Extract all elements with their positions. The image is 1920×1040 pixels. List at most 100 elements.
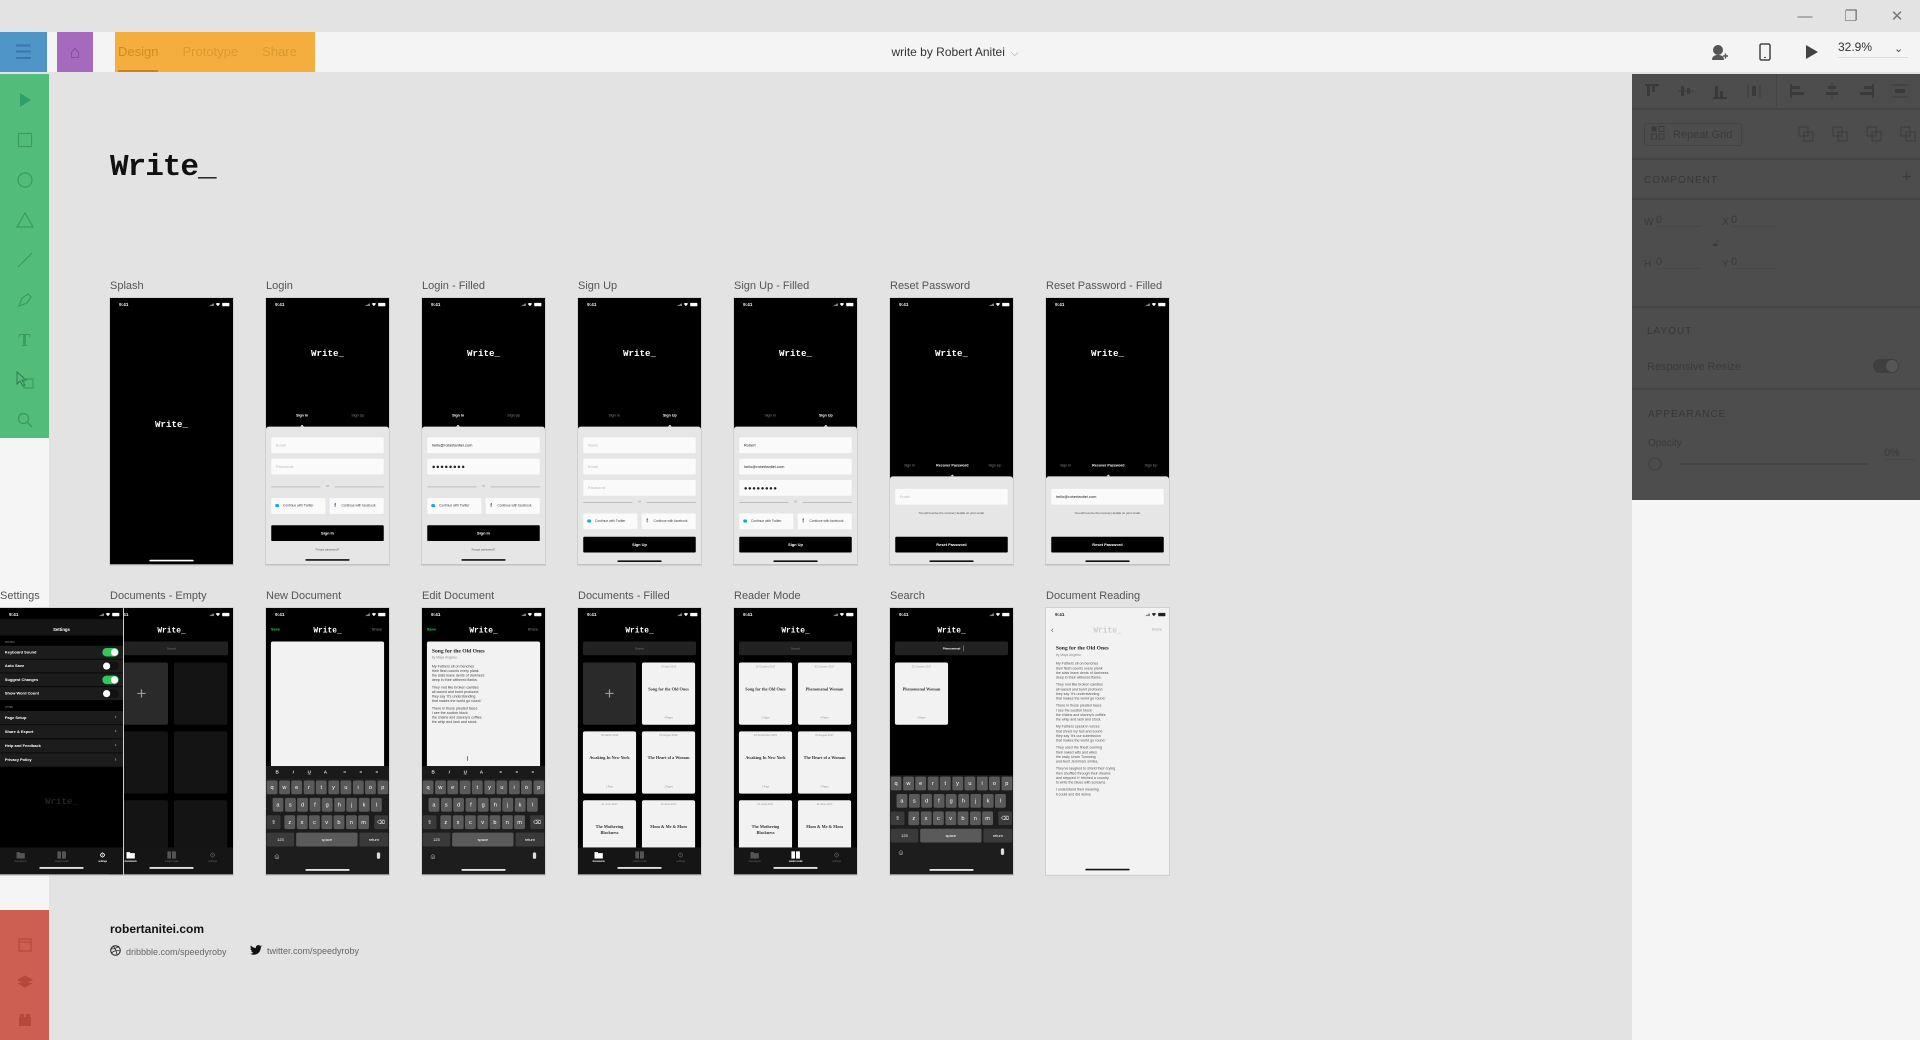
keyboard-key[interactable]: u bbox=[964, 776, 976, 791]
x-input[interactable]: 0 bbox=[1731, 214, 1776, 227]
dribbble-link[interactable]: dribbble.com/speedyroby bbox=[110, 945, 227, 958]
keyboard-key[interactable]: s bbox=[284, 797, 296, 812]
text-field[interactable]: hello@robertanitei.com bbox=[739, 458, 852, 475]
emoji-icon[interactable]: ☺ bbox=[273, 852, 280, 861]
continue-twitter-button[interactable]: Continue with Twitter bbox=[583, 513, 638, 530]
auth-tab[interactable]: Sign Up bbox=[657, 413, 683, 417]
keyboard-key[interactable]: a bbox=[272, 797, 284, 812]
settings-link-row[interactable]: Privacy Policy › bbox=[0, 753, 123, 767]
toggle-switch[interactable] bbox=[102, 648, 119, 657]
continue-facebook-button[interactable]: Continue with facebook f bbox=[329, 498, 384, 514]
tab-label[interactable]: reader mode bbox=[48, 861, 76, 863]
artboard-document-reading[interactable]: 9:41 ‹ Write_ Share Song for the Old Ones by … bbox=[1046, 608, 1169, 875]
document-title-dropdown[interactable]: write by Robert Anitei ⌵ bbox=[850, 32, 1060, 72]
toggle-switch[interactable] bbox=[102, 689, 119, 698]
search-input[interactable]: Search bbox=[738, 641, 853, 656]
keyboard-key[interactable]: z bbox=[908, 811, 920, 826]
tab-label[interactable]: settings bbox=[667, 861, 695, 863]
tab-label[interactable]: settings bbox=[823, 861, 851, 863]
assets-icon[interactable] bbox=[0, 925, 49, 965]
keyboard-key[interactable]: d bbox=[921, 793, 932, 808]
keyboard-key[interactable]: b bbox=[489, 815, 501, 830]
keyboard-key[interactable]: n bbox=[969, 811, 981, 826]
artboard-reset-password[interactable]: 9:41 Write_ Sign In Recover Password Sign Up… bbox=[890, 298, 1013, 565]
plugins-icon[interactable] bbox=[0, 1000, 49, 1040]
device-preview-icon[interactable] bbox=[1754, 32, 1776, 72]
responsive-resize-toggle[interactable] bbox=[1873, 359, 1899, 373]
document-card[interactable]: 02 October 2017 Phenomenal Woman 4 Pages bbox=[894, 662, 949, 725]
artboard-new-document[interactable]: 9:41 Write_ Save Share B I U A ≡ ≡ ≡ q w e r t y u i o p a s d f… bbox=[266, 608, 389, 875]
artboard-label[interactable]: Edit Document bbox=[422, 590, 494, 602]
artboard-sign-up-filled[interactable]: 9:41 Write_ Sign In Sign Up Robert hello@robe… bbox=[734, 298, 857, 565]
play-icon[interactable] bbox=[1801, 32, 1823, 72]
artboard-tool-icon[interactable] bbox=[0, 360, 49, 400]
auth-tab[interactable]: Sign Up bbox=[985, 463, 1005, 467]
y-input[interactable]: 0 bbox=[1731, 256, 1776, 269]
artboard-label[interactable]: Sign Up - Filled bbox=[734, 280, 809, 292]
keyboard-key[interactable]: g bbox=[477, 797, 489, 812]
keyboard-key[interactable]: a bbox=[896, 793, 908, 808]
book-icon[interactable] bbox=[57, 851, 66, 859]
artboard-reset-password-filled[interactable]: 9:41 Write_ Sign In Recover Password Sign Up… bbox=[1046, 298, 1169, 565]
artboard-label[interactable]: Settings bbox=[0, 590, 40, 602]
keyboard-key[interactable]: n bbox=[501, 815, 513, 830]
settings-link-row[interactable]: Help and Feedback › bbox=[0, 739, 123, 753]
auth-tab[interactable]: Sign In bbox=[757, 413, 783, 417]
text-field[interactable]: Email bbox=[583, 458, 696, 475]
keyboard-key[interactable]: f bbox=[465, 797, 477, 812]
height-input[interactable]: 0 bbox=[1656, 256, 1701, 269]
text-field[interactable]: Email bbox=[895, 488, 1008, 505]
auth-tab[interactable]: Sign In bbox=[601, 413, 627, 417]
format-align-left-button[interactable]: ≡ bbox=[497, 769, 505, 774]
align-left-icon[interactable] bbox=[1790, 83, 1806, 99]
keyboard-key-123[interactable]: 123 bbox=[266, 832, 295, 847]
book-icon[interactable] bbox=[635, 851, 644, 859]
keyboard-key[interactable]: o bbox=[989, 776, 1000, 791]
keyboard-key[interactable]: s bbox=[908, 793, 920, 808]
auth-tab[interactable]: Sign In bbox=[1056, 463, 1076, 467]
width-input[interactable]: 0 bbox=[1656, 214, 1701, 227]
keyboard-key[interactable]: q bbox=[890, 776, 902, 791]
artboard-label[interactable]: Reset Password - Filled bbox=[1046, 280, 1162, 292]
artboard-label[interactable]: Sign Up bbox=[578, 280, 617, 292]
continue-twitter-button[interactable]: Continue with Twitter bbox=[427, 498, 482, 514]
document-card[interactable]: 18 September 2019 Awaking In New York 1 Pa… bbox=[738, 731, 793, 794]
format-align-center-button[interactable]: ≡ bbox=[513, 769, 521, 774]
home-icon[interactable]: ⌂ bbox=[57, 32, 93, 72]
minimize-button[interactable]: — bbox=[1782, 0, 1828, 32]
keyboard-key[interactable]: q bbox=[422, 780, 434, 795]
keyboard-key[interactable]: x bbox=[452, 815, 464, 830]
keyboard-key[interactable]: w bbox=[278, 780, 290, 795]
text-field[interactable]: Name bbox=[583, 437, 696, 454]
share-button[interactable]: Share bbox=[528, 627, 539, 632]
keyboard-key[interactable]: w bbox=[434, 780, 446, 795]
artboard-label[interactable]: Document Reading bbox=[1046, 590, 1140, 602]
artboard-documents-empty[interactable]: 9:41 Write_ Search + documents reader mode ⚙ se… bbox=[110, 608, 233, 875]
keyboard-key[interactable]: w bbox=[902, 776, 914, 791]
keyboard-key[interactable]: u bbox=[496, 780, 508, 795]
artboard-label[interactable]: Login - Filled bbox=[422, 280, 485, 292]
tab-label[interactable]: reader mode bbox=[626, 861, 654, 863]
rectangle-tool-icon[interactable] bbox=[0, 120, 49, 160]
artboard-search[interactable]: 9:41 Write_ Phenomenal 02 October 2017 Pheno… bbox=[890, 608, 1013, 875]
document-card[interactable]: 03 August 2018 The Heart of a Woman 3 Page… bbox=[641, 731, 696, 794]
artboard-label[interactable]: Login bbox=[266, 280, 293, 292]
select-tool-icon[interactable] bbox=[0, 80, 49, 120]
artboard-label[interactable]: Splash bbox=[110, 280, 144, 292]
text-field[interactable]: Robert bbox=[739, 437, 852, 454]
tab-prototype[interactable]: Prototype bbox=[182, 32, 238, 72]
format-italic-button[interactable]: I bbox=[445, 769, 453, 774]
keyboard-key-space[interactable]: space bbox=[296, 832, 358, 847]
keyboard-key[interactable]: s bbox=[440, 797, 452, 812]
continue-facebook-button[interactable]: Continue with facebook f bbox=[641, 513, 696, 530]
text-field[interactable]: hello@robertanitei.com bbox=[427, 437, 540, 454]
search-input[interactable]: Phenomenal bbox=[894, 641, 1009, 656]
format-bold-button[interactable]: B bbox=[429, 769, 437, 774]
primary-button[interactable]: Reset Password bbox=[895, 536, 1008, 553]
search-input[interactable]: Search bbox=[114, 641, 229, 656]
continue-twitter-button[interactable]: Continue with Twitter bbox=[271, 498, 326, 514]
book-icon[interactable] bbox=[791, 851, 800, 859]
primary-button[interactable]: Reset Password bbox=[1051, 536, 1164, 553]
text-field[interactable]: Password bbox=[271, 458, 384, 475]
artboard-sign-up[interactable]: 9:41 Write_ Sign In Sign Up Name Email Passwor… bbox=[578, 298, 701, 565]
